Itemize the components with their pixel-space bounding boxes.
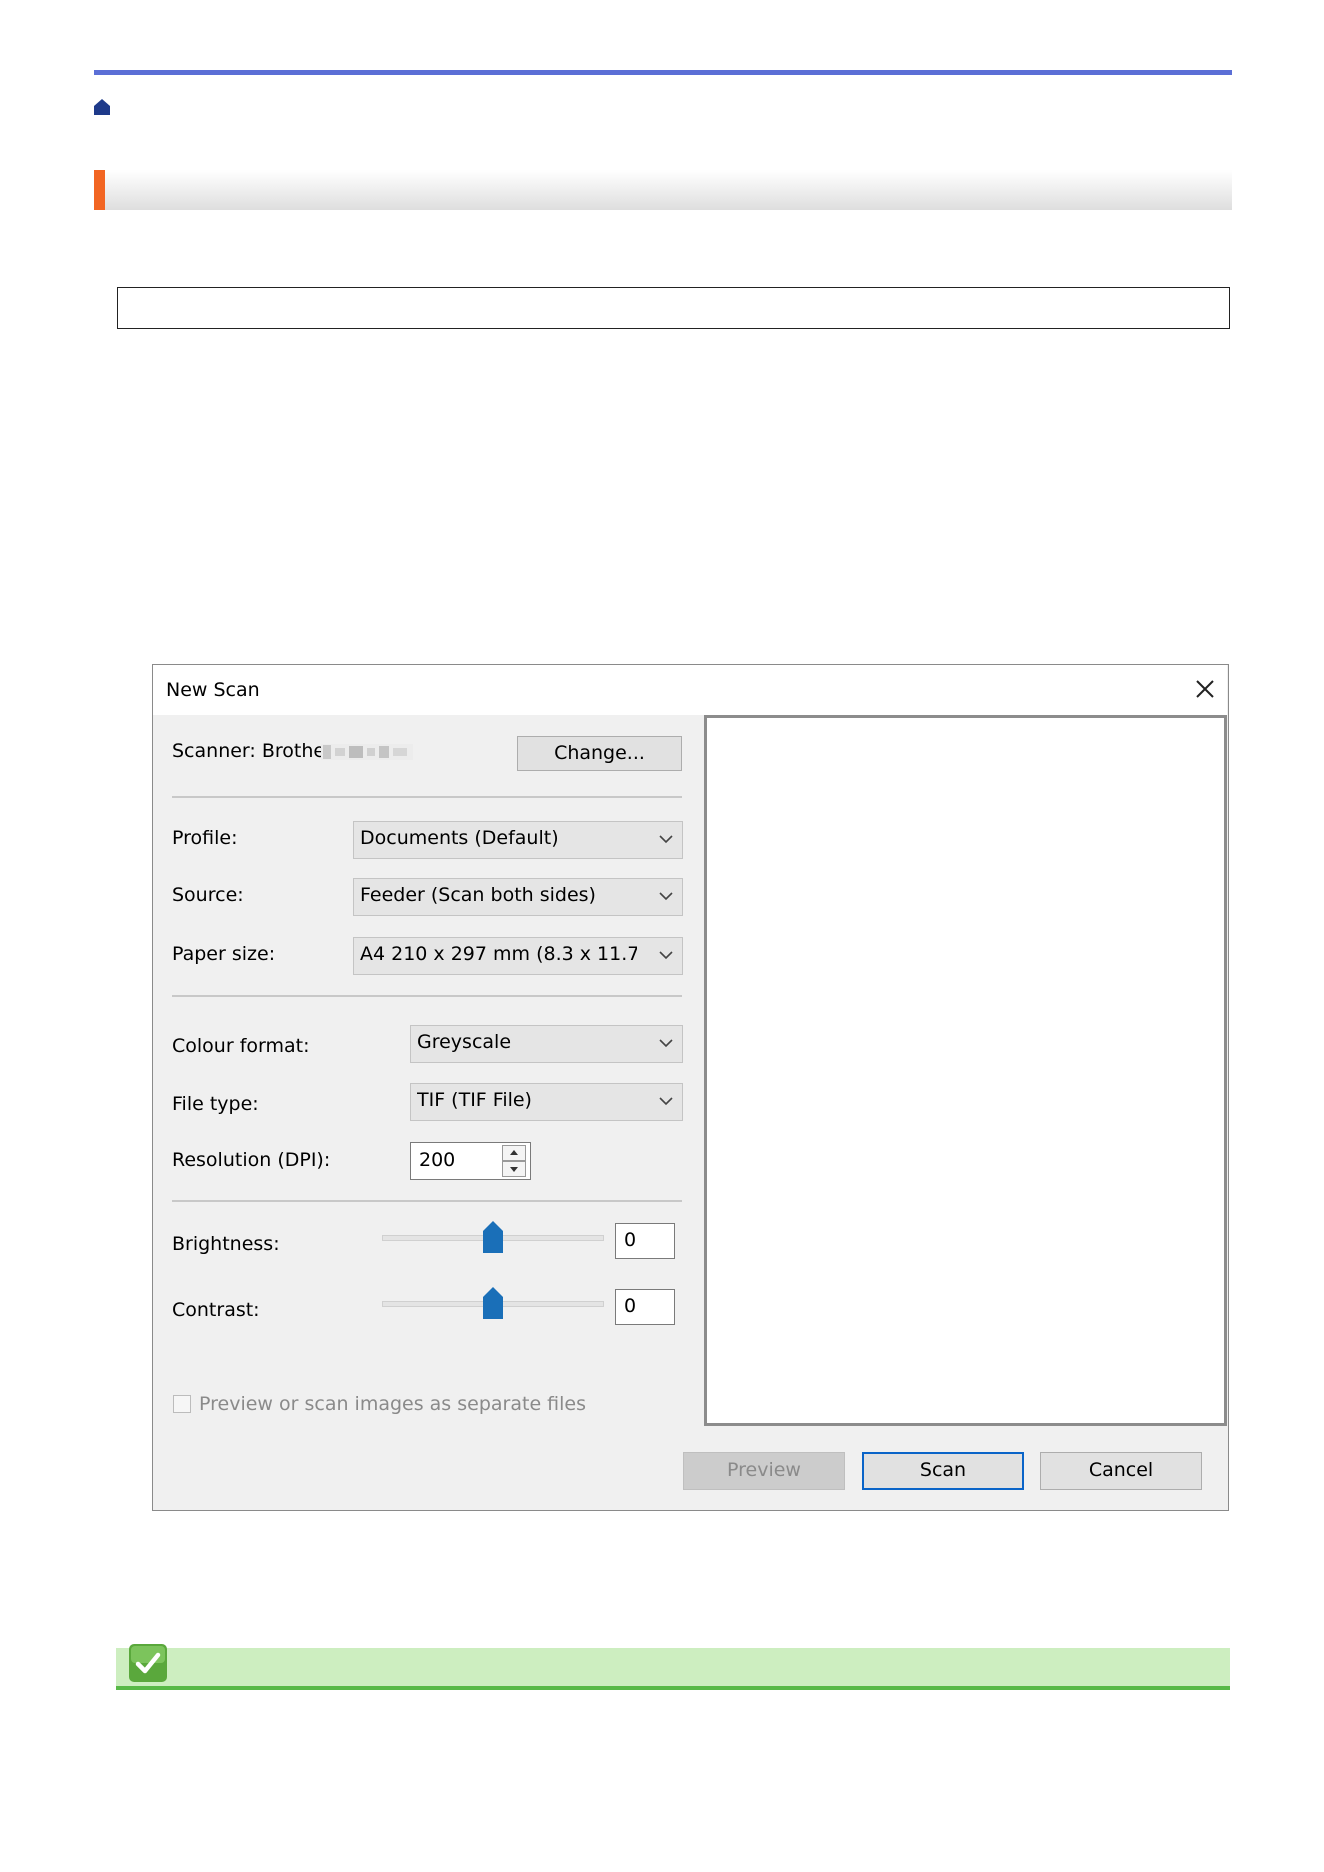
chevron-down-icon — [659, 951, 673, 960]
colour-format-dropdown[interactable]: Greyscale — [410, 1025, 683, 1063]
scan-button[interactable]: Scan — [862, 1452, 1024, 1490]
preview-pane — [704, 715, 1227, 1426]
related-info-bar — [116, 1648, 1230, 1690]
paper-size-label: Paper size: — [172, 943, 276, 965]
brightness-slider-thumb[interactable] — [483, 1221, 503, 1253]
contrast-input[interactable]: 0 — [615, 1289, 675, 1325]
top-rule — [94, 70, 1232, 75]
profile-label: Profile: — [172, 827, 238, 849]
contrast-slider-thumb[interactable] — [483, 1287, 503, 1319]
checkmark-icon — [129, 1644, 167, 1682]
separate-files-checkbox[interactable] — [173, 1395, 191, 1413]
file-type-label: File type: — [172, 1093, 259, 1115]
colour-format-label: Colour format: — [172, 1035, 310, 1057]
source-label: Source: — [172, 884, 244, 906]
brightness-label: Brightness: — [172, 1233, 280, 1255]
resolution-spinner[interactable] — [502, 1145, 526, 1177]
paper-size-dropdown[interactable]: A4 210 x 297 mm (8.3 x 11.7 inches) — [353, 937, 683, 975]
separator — [172, 1200, 682, 1202]
new-scan-dialog: New Scan Scanner: Brother Change... Prof… — [152, 664, 1229, 1511]
dialog-title: New Scan — [166, 679, 260, 701]
separator — [172, 995, 682, 997]
contrast-label: Contrast: — [172, 1299, 260, 1321]
section-header-bar — [94, 170, 1232, 210]
contrast-value: 0 — [624, 1295, 637, 1317]
separator — [172, 796, 682, 798]
source-dropdown[interactable]: Feeder (Scan both sides) — [353, 878, 683, 916]
dialog-titlebar — [153, 665, 1227, 715]
paper-size-value: A4 210 x 297 mm (8.3 x 11.7 inches) — [360, 943, 637, 965]
file-type-dropdown[interactable]: TIF (TIF File) — [410, 1083, 683, 1121]
home-icon[interactable] — [93, 98, 111, 116]
file-type-value: TIF (TIF File) — [417, 1089, 532, 1111]
separate-files-label: Preview or scan images as separate files — [199, 1393, 587, 1415]
resolution-label: Resolution (DPI): — [172, 1149, 331, 1171]
close-icon[interactable] — [1193, 677, 1217, 701]
section-accent — [94, 170, 105, 210]
change-scanner-button[interactable]: Change... — [517, 736, 682, 771]
resolution-value: 200 — [419, 1149, 456, 1171]
profile-dropdown[interactable]: Documents (Default) — [353, 821, 683, 859]
chevron-down-icon — [659, 835, 673, 844]
preview-button[interactable]: Preview — [683, 1452, 845, 1490]
profile-value: Documents (Default) — [360, 827, 559, 849]
empty-outline-box — [117, 287, 1230, 329]
cancel-button[interactable]: Cancel — [1040, 1452, 1202, 1490]
colour-format-value: Greyscale — [417, 1031, 512, 1053]
scanner-model-blurred — [321, 742, 413, 762]
brightness-input[interactable]: 0 — [615, 1223, 675, 1259]
chevron-down-icon — [659, 1097, 673, 1106]
chevron-down-icon — [659, 1039, 673, 1048]
scanner-label: Scanner: Brother — [172, 740, 333, 762]
brightness-value: 0 — [624, 1229, 637, 1251]
source-value: Feeder (Scan both sides) — [360, 884, 596, 906]
chevron-down-icon — [659, 892, 673, 901]
